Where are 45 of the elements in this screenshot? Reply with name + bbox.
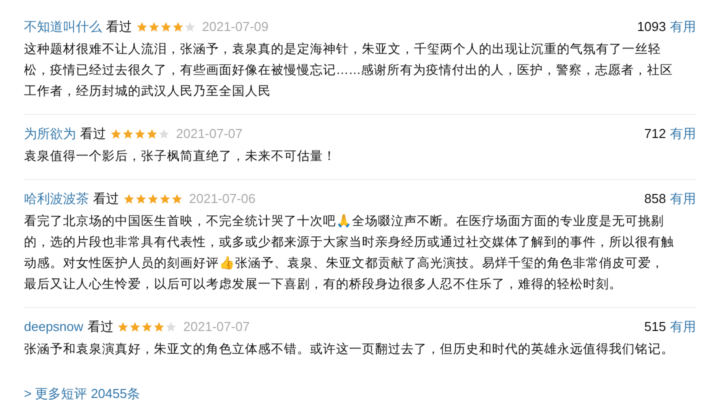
star-icon — [171, 193, 183, 205]
useful-link[interactable]: 有用 — [670, 124, 696, 144]
star-icon — [117, 321, 130, 333]
watched-label: 看过 — [93, 190, 119, 208]
star-icon — [146, 128, 158, 140]
star-icon — [122, 128, 134, 140]
username-link[interactable]: 不知道叫什么 — [24, 17, 102, 37]
useful-link[interactable]: 有用 — [670, 317, 696, 337]
watched-label: 看过 — [80, 125, 106, 143]
review-text: 这种题材很难不让人流泪，张涵予，袁泉真的是定海神针，朱亚文，千玺两个人的出现让沉重的气氛有了一丝轻松，疫情已经过去很久了，有些画面好像在被慢慢忘记……感谢所有为疫情付出的人，医护，警察，志愿者，社区工作者，经历封城的武汉人民乃至全国人民 — [24, 41, 674, 100]
star-icon — [134, 128, 146, 140]
star-icon — [135, 193, 147, 205]
username-link[interactable]: 为所欲为 — [24, 124, 76, 144]
more-reviews-link[interactable]: > 更多短评 20455条 — [24, 384, 696, 400]
star-icon — [160, 21, 172, 33]
star-icon — [136, 21, 148, 33]
review-text: 看完了北京场的中国医生首映，不完全统计哭了十次吧🙏全场啜泣声不断。在医疗场面方面的专业度是无可挑剔的，选的片段也非常具有代表性，或多或少都来源于大家当时亲身经历或通过社交媒体了解到的事件，所以很有触动感。对女性医护人员的刻画好评👍张涵予、袁泉、朱亚文都贡献了高光演技。易烊千玺的角色非常俏皮可爱，最后又让人心生怜爱，以后可以考虑发展一下喜剧，有的桥段身边很多人忍不住乐了，难得的轻松时刻。 — [24, 213, 675, 293]
review-date: 2021-07-06 — [189, 190, 256, 208]
star-icon — [184, 21, 196, 33]
useful-link[interactable]: 有用 — [670, 189, 696, 209]
review-text: 袁泉值得一个影后，张子枫简直绝了，未来不可估量！ — [24, 148, 337, 165]
star-icon — [123, 193, 135, 205]
star-icon — [110, 128, 122, 140]
star-icon — [158, 128, 170, 140]
watched-label: 看过 — [106, 18, 132, 36]
review-text: 张涵予和袁泉演真好，朱亚文的角色立体感不错。或许这一页翻过去了，但历史和时代的英雄永远值得我们铭记。 — [24, 341, 675, 358]
username-link[interactable]: 哈利波波茶 — [24, 189, 89, 209]
star-icon — [148, 21, 160, 33]
vote-count: 515 — [644, 318, 666, 336]
star-icon — [147, 193, 159, 205]
vote-count: 858 — [644, 190, 666, 208]
star-icon — [153, 321, 166, 333]
username-link[interactable]: deepsnow — [24, 317, 84, 337]
star-icon — [159, 193, 171, 205]
vote-count: 712 — [644, 125, 666, 143]
star-icon — [129, 321, 142, 333]
watched-label: 看过 — [87, 318, 114, 336]
review-date: 2021-07-09 — [202, 18, 268, 36]
review-date: 2021-07-07 — [183, 318, 250, 336]
useful-link[interactable]: 有用 — [670, 17, 696, 37]
vote-count: 1093 — [637, 18, 666, 36]
star-icon — [165, 321, 178, 333]
star-icon — [141, 321, 154, 333]
star-icon — [172, 21, 184, 33]
review-date: 2021-07-07 — [176, 125, 242, 143]
